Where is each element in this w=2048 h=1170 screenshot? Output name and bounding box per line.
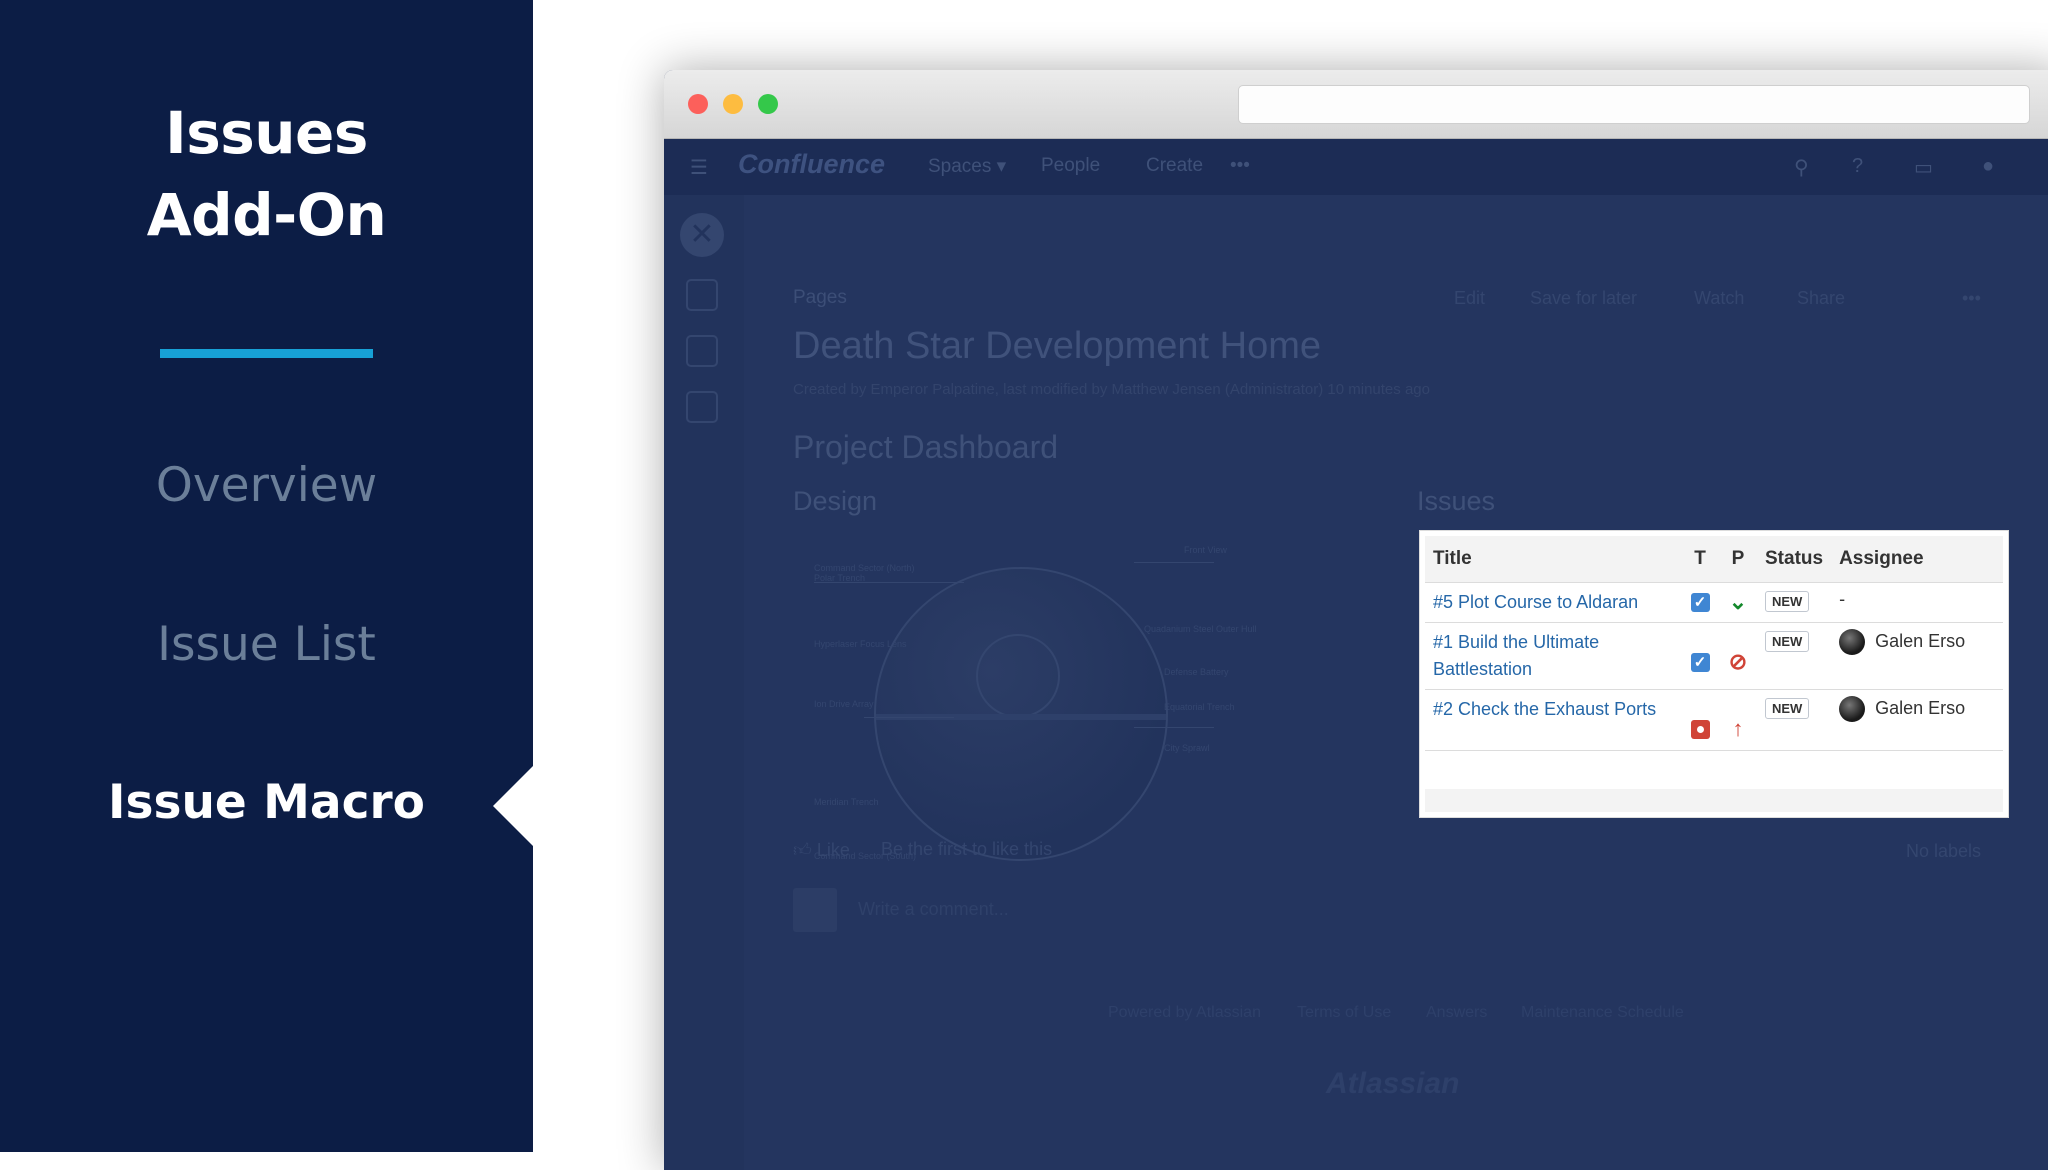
status-badge: NEW	[1765, 631, 1810, 652]
search-icon[interactable]: ⚲	[1794, 155, 1809, 180]
issues-heading: Issues	[1417, 486, 1496, 516]
issue-link[interactable]: #1 Build the Ultimate Battlestation	[1433, 632, 1599, 679]
nav-spaces[interactable]: Spaces ▾	[928, 155, 1006, 178]
diagram-leader-line	[1134, 562, 1214, 563]
column-header-title[interactable]: Title	[1425, 536, 1681, 583]
like-label: Like	[816, 840, 850, 860]
diagram-label: Defense Battery	[1164, 667, 1229, 677]
sidebar-item-issue-list[interactable]: Issue List	[0, 617, 533, 672]
address-bar[interactable]	[1238, 85, 2030, 124]
column-header-priority[interactable]: P	[1719, 536, 1757, 583]
thumbs-up-icon: 👍︎	[793, 840, 817, 860]
like-summary: Be the first to like this	[881, 839, 1053, 859]
superlaser-dish	[976, 634, 1060, 718]
design-heading: Design	[793, 486, 878, 516]
confluence-sidebar-rail: ✕	[664, 195, 744, 1170]
issue-link[interactable]: #2 Check the Exhaust Ports	[1433, 699, 1656, 719]
active-item-pointer	[493, 765, 534, 847]
notifications-icon[interactable]: ▭	[1914, 155, 1933, 180]
nav-people[interactable]: People	[1041, 155, 1100, 177]
pages-icon[interactable]	[686, 279, 718, 311]
issues-macro: Title T P Status Assignee #5 Plot Course…	[1419, 530, 2009, 818]
table-row: #5 Plot Course to Aldaran ✓ ⌄ NEW -	[1425, 582, 2003, 623]
priority-blocker-icon: ⊘	[1728, 649, 1748, 674]
comment-user-avatar	[793, 888, 837, 932]
sidebar-divider	[160, 349, 373, 358]
footer-link[interactable]: Maintenance Schedule	[1521, 1004, 1684, 1022]
task-type-icon: ✓	[1690, 593, 1710, 612]
diagram-label: Polar Trench	[814, 573, 866, 583]
priority-major-icon: ↑	[1732, 716, 1744, 741]
diagram-leader-line	[1134, 727, 1214, 728]
status-badge: NEW	[1765, 698, 1810, 719]
section-heading: Project Dashboard	[793, 429, 1059, 465]
sidebar-title-line1: Issues	[165, 99, 368, 167]
page-byline: Created by Emperor Palpatine, last modif…	[793, 381, 1430, 398]
priority-lowest-icon: ⌄	[1728, 589, 1748, 614]
footer-link[interactable]: Powered by Atlassian	[1108, 1004, 1261, 1022]
issues-table: Title T P Status Assignee #5 Plot Course…	[1425, 536, 2003, 751]
assignee-avatar	[1839, 696, 1866, 722]
like-button[interactable]: 👍︎ Like	[793, 839, 850, 861]
sidebar: Issues Add-On Overview Issue List Issue …	[0, 0, 534, 1152]
blog-icon[interactable]	[686, 335, 718, 367]
column-header-type[interactable]: T	[1681, 536, 1719, 583]
column-header-assignee[interactable]: Assignee	[1831, 536, 2003, 583]
sidebar-title: Issues Add-On	[0, 92, 533, 256]
nav-more[interactable]: •••	[1230, 155, 1250, 177]
table-row: #1 Build the Ultimate Battlestation ✓ ⊘ …	[1425, 622, 2003, 690]
nav-create[interactable]: Create	[1146, 155, 1203, 177]
more-actions-button[interactable]: •••	[1962, 288, 1981, 309]
footer-link[interactable]: Terms of Use	[1297, 1004, 1391, 1022]
assignee-name: Galen Erso	[1875, 697, 1966, 718]
issues-table-header: Title T P Status Assignee	[1425, 536, 2003, 583]
edit-button[interactable]: Edit	[1454, 288, 1485, 309]
diagram-label: Equatorial Trench	[1164, 702, 1235, 712]
sidebar-title-line2: Add-On	[146, 181, 387, 249]
close-window-button[interactable]	[688, 94, 708, 114]
diagram-label: Meridian Trench	[814, 797, 879, 807]
confluence-logo[interactable]: Confluence	[738, 149, 885, 180]
task-type-icon: ✓	[1690, 653, 1710, 672]
sidebar-item-overview[interactable]: Overview	[0, 458, 533, 513]
assignee-name: Galen Erso	[1875, 630, 1966, 651]
diagram-label: Hyperlaser Focus Lens	[814, 639, 907, 649]
diagram-label: Ion Drive Array	[814, 699, 874, 709]
space-logo-icon[interactable]: ✕	[680, 213, 724, 257]
diagram-label: Quadanium Steel Outer Hull	[1144, 624, 1257, 634]
column-header-status[interactable]: Status	[1757, 536, 1832, 583]
save-for-later-button[interactable]: Save for later	[1530, 288, 1637, 309]
space-tools-icon[interactable]	[686, 391, 718, 423]
confluence-page: ☰ Confluence Spaces ▾ People Create ••• …	[664, 139, 2048, 1170]
share-button[interactable]: Share	[1797, 288, 1845, 309]
sidebar-item-issue-macro[interactable]: Issue Macro	[0, 775, 533, 830]
atlassian-logo: Atlassian	[1326, 1067, 1460, 1100]
menu-icon[interactable]: ☰	[690, 155, 708, 180]
browser-titlebar	[664, 70, 2048, 139]
issues-table-footer	[1425, 789, 2003, 812]
table-row: #2 Check the Exhaust Ports ↑ NEW Galen E…	[1425, 689, 2003, 751]
page-title: Death Star Development Home	[793, 325, 1322, 367]
footer-link[interactable]: Answers	[1426, 1004, 1487, 1022]
breadcrumb[interactable]: Pages	[793, 287, 847, 309]
help-icon[interactable]: ?	[1852, 155, 1863, 178]
bug-type-icon	[1690, 720, 1710, 739]
assignee-avatar	[1839, 629, 1866, 655]
issue-link[interactable]: #5 Plot Course to Aldaran	[1433, 592, 1638, 612]
death-star-diagram	[874, 567, 1168, 861]
browser-window: ☰ Confluence Spaces ▾ People Create ••• …	[664, 70, 2048, 1170]
diagram-label: City Sprawl	[1164, 743, 1210, 753]
user-avatar[interactable]: ●	[1982, 155, 1994, 178]
diagram-leader-line	[864, 717, 954, 718]
confluence-navbar: ☰ Confluence Spaces ▾ People Create ••• …	[664, 139, 2048, 195]
diagram-label: Front View	[1184, 545, 1227, 555]
assignee-name: -	[1839, 589, 1846, 609]
comment-input[interactable]: Write a comment...	[858, 899, 1009, 920]
minimize-window-button[interactable]	[723, 94, 743, 114]
watch-button[interactable]: Watch	[1694, 288, 1744, 309]
labels-link[interactable]: No labels	[1906, 841, 1981, 862]
status-badge: NEW	[1765, 591, 1810, 612]
maximize-window-button[interactable]	[758, 94, 778, 114]
diagram-label: Command Sector (North)	[814, 563, 915, 573]
